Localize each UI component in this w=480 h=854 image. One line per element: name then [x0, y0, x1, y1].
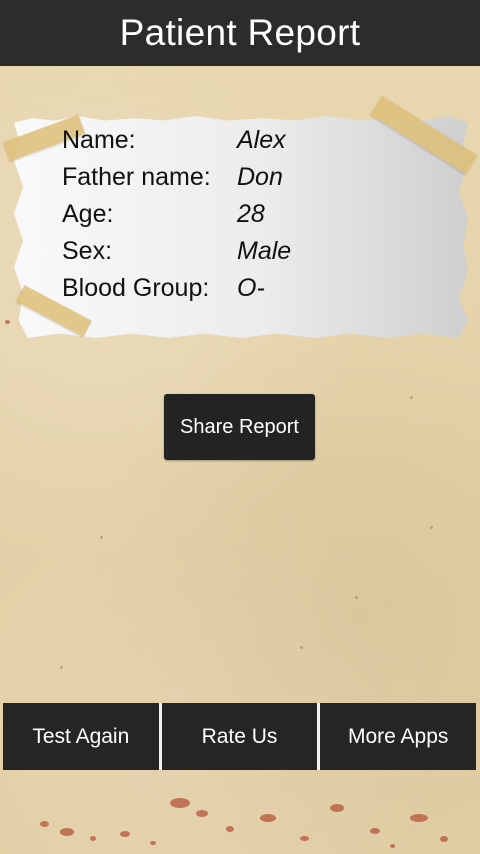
paper-fleck: [60, 666, 63, 669]
blood-splatter: [40, 821, 49, 827]
info-value: 28: [237, 200, 265, 228]
blood-splatter: [170, 798, 190, 808]
paper-fleck: [355, 596, 358, 599]
page-title: Patient Report: [119, 12, 361, 53]
blood-splatter: [410, 814, 428, 822]
info-row-sex: Sex: Male: [62, 233, 291, 270]
blood-splatter: [300, 836, 309, 841]
paper-fleck: [300, 646, 303, 649]
info-label: Name:: [62, 126, 136, 154]
more-apps-button[interactable]: More Apps: [320, 703, 477, 770]
blood-splatter: [390, 844, 395, 848]
blood-splatter: [120, 831, 130, 837]
info-row-blood-group: Blood Group: O-: [62, 270, 291, 307]
info-value: Don: [237, 163, 283, 191]
blood-splatter: [226, 826, 234, 832]
blood-splatter: [196, 810, 208, 817]
info-row-age: Age: 28: [62, 196, 291, 233]
info-label: Sex:: [62, 237, 113, 265]
blood-splatter: [440, 836, 448, 842]
share-report-button[interactable]: Share Report: [164, 394, 315, 460]
paper-fleck: [410, 396, 413, 399]
blood-splatter: [330, 804, 344, 812]
blood-splatter: [60, 828, 74, 836]
info-value: Male: [237, 237, 292, 265]
info-row-name: Name: Alex: [62, 122, 291, 159]
paper-fleck: [100, 536, 103, 539]
info-label: Age:: [62, 200, 114, 228]
blood-splatter: [150, 841, 156, 845]
blood-splatter: [260, 814, 276, 822]
paper-fleck: [430, 526, 433, 529]
patient-info: Name: Alex Father name: Don Age: 28 Sex:…: [62, 122, 291, 307]
app-header: Patient Report: [0, 0, 480, 66]
bottom-action-bar: Test Again Rate Us More Apps: [3, 703, 477, 770]
blood-splatter: [370, 828, 380, 834]
info-value: O-: [237, 274, 265, 302]
info-value: Alex: [237, 126, 286, 154]
test-again-button[interactable]: Test Again: [3, 703, 162, 770]
blood-splatter: [90, 836, 96, 841]
info-row-father-name: Father name: Don: [62, 159, 291, 196]
info-label: Father name:: [62, 163, 211, 191]
rate-us-button[interactable]: Rate Us: [161, 703, 321, 770]
info-label: Blood Group:: [62, 274, 210, 302]
report-card: Name: Alex Father name: Don Age: 28 Sex:…: [2, 95, 478, 342]
